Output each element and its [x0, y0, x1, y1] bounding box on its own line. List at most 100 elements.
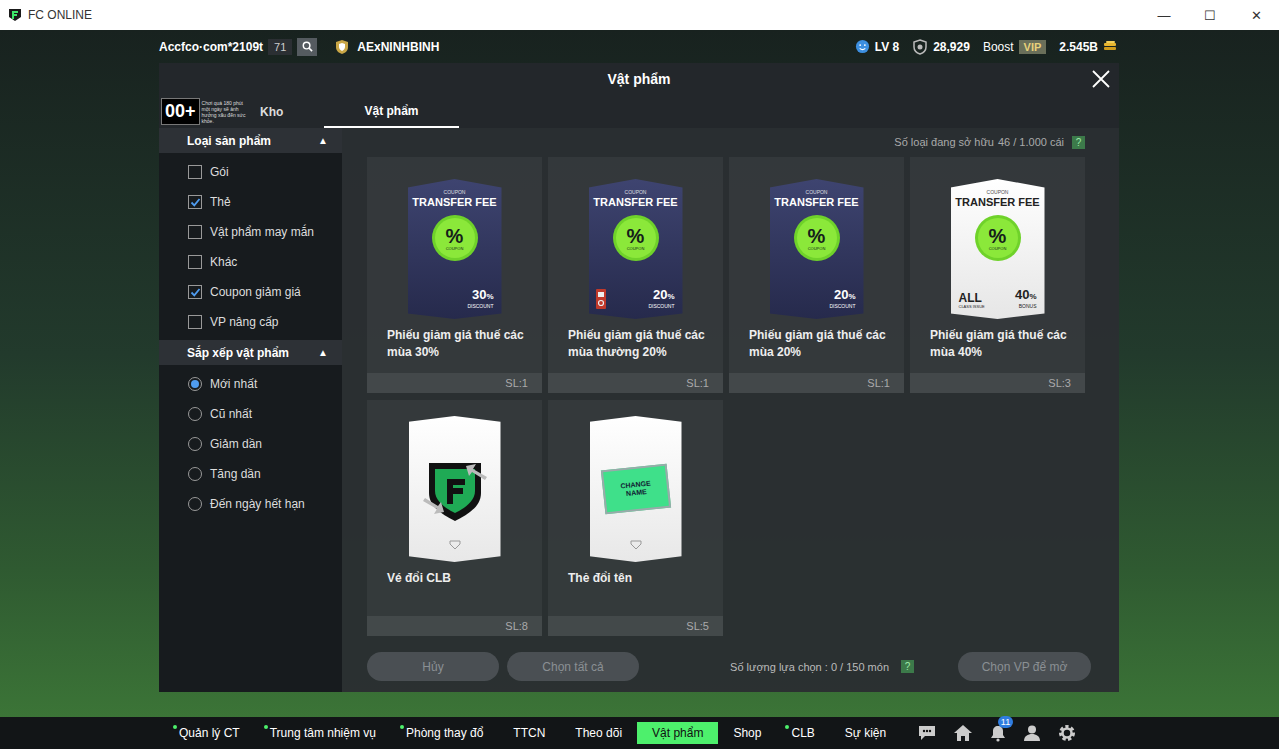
percent-badge: %COUPON [978, 218, 1018, 258]
item-card[interactable]: COUPONTRANSFER FEE%COUPON30%DISCOUNTPhiế… [367, 157, 542, 393]
nav-item[interactable]: Sự kiện [830, 722, 901, 744]
open-button[interactable]: Chọn VP để mở [958, 652, 1091, 681]
tab-bar: 00+Chơi quá 180 phút một ngày sẽ ảnh hưở… [159, 95, 1119, 128]
check-icon [190, 197, 201, 208]
level: LV 8 [875, 40, 899, 54]
item-card[interactable]: COUPONTRANSFER FEE%COUPON20%DISCOUNT Phiế… [729, 157, 904, 393]
item-quantity: SL:1 [729, 373, 904, 393]
window-control[interactable]: ✕ [1233, 8, 1279, 23]
gear-icon [1057, 723, 1077, 743]
item-quantity: SL:3 [910, 373, 1085, 393]
nav-item[interactable]: Trung tâm nhiệm vụ [255, 722, 391, 744]
cancel-button[interactable]: Hủy [367, 652, 499, 681]
percent-badge: %COUPON [435, 218, 475, 258]
percent-badge: %COUPON [616, 218, 656, 258]
percent-badge: %COUPON [797, 218, 837, 258]
modal-header: Vật phẩm [159, 63, 1119, 95]
item-card[interactable]: CHANGE NAME Thẻ đổi tênSL:5 [548, 400, 723, 636]
rank-points: 28,929 [933, 40, 970, 54]
coupon-art: COUPONTRANSFER FEE%COUPONALLCLASS ISSUE4… [951, 179, 1045, 319]
coupon-art: COUPONTRANSFER FEE%COUPON20%DISCOUNT [770, 179, 864, 319]
chat-icon [917, 724, 937, 742]
filter-checkbox[interactable]: Khác [159, 247, 342, 277]
chat-button[interactable] [917, 724, 937, 742]
nav-item[interactable]: TTCN [498, 722, 560, 744]
coin-icon [1103, 41, 1117, 53]
sort-radio[interactable]: Mới nhất [159, 369, 342, 399]
inventory-panel: Số loại đang sở hữu46 / 1.000 cái?COUPON… [342, 128, 1119, 692]
window-control[interactable]: ☐ [1187, 8, 1233, 23]
check-icon [190, 287, 201, 298]
tab[interactable]: Vật phẩm [324, 95, 459, 128]
item-quantity: SL:5 [548, 616, 723, 636]
item-grid: COUPONTRANSFER FEE%COUPON30%DISCOUNT Phiế… [367, 157, 1091, 636]
item-card[interactable]: COUPONTRANSFER FEE%COUPON20%DISCOUNTPhiế… [548, 157, 723, 393]
bottom-nav: Quản lý CTTrung tâm nhiệm vụPhòng thay đ… [0, 717, 1279, 749]
item-name: Phiếu giảm giá thuế các mùa 40% [910, 327, 1085, 373]
sort-radio[interactable]: Giảm dần [159, 429, 342, 459]
item-quantity: SL:1 [548, 373, 723, 393]
nav-item[interactable]: Quản lý CT [164, 722, 255, 744]
item-name: Phiếu giảm giá thuế các mùa thường 20% [548, 327, 723, 373]
modal-title: Vật phẩm [607, 71, 670, 87]
brand-mark-icon [449, 540, 461, 550]
notification-badge: 11 [998, 716, 1013, 728]
vip-badge: VIP [1019, 40, 1047, 54]
coin-balance: 2.545B [1059, 40, 1098, 54]
section-header[interactable]: Sắp xếp vật phẩm▲ [159, 340, 342, 365]
untradable-icon [596, 289, 606, 309]
nav-item[interactable]: CLB [776, 722, 829, 744]
filter-checkbox[interactable]: Thẻ [159, 187, 342, 217]
help-button[interactable]: ? [901, 660, 914, 673]
account-name: Accfco·com*2109t [159, 40, 263, 54]
health-notice: Chơi quá 180 phút một ngày sẽ ảnh hưởng … [202, 100, 250, 124]
home-button[interactable] [953, 724, 973, 742]
item-card[interactable]: Vé đổi CLBSL:8 [367, 400, 542, 636]
nav-item[interactable]: Shop [718, 722, 776, 744]
close-button[interactable] [1091, 69, 1111, 89]
notification-button[interactable]: 11 [989, 724, 1007, 742]
filter-checkbox[interactable]: VP nâng cấp [159, 307, 342, 337]
item-card[interactable]: COUPONTRANSFER FEE%COUPONALLCLASS ISSUE4… [910, 157, 1085, 393]
change-name-ticket: CHANGE NAME [600, 464, 670, 515]
sort-radio[interactable]: Đến ngày hết hạn [159, 489, 342, 519]
nav-item[interactable]: Vật phẩm [637, 722, 718, 744]
nav-item[interactable]: Theo dõi [560, 722, 637, 744]
item-quantity: SL:8 [367, 616, 542, 636]
filter-checkbox[interactable]: Coupon giảm giá [159, 277, 342, 307]
select-all-button[interactable]: Chọn tất cả [507, 652, 639, 681]
search-icon [302, 41, 313, 52]
window-title: FC ONLINE [28, 8, 92, 22]
item-quantity: SL:1 [367, 373, 542, 393]
item-name: Thẻ đổi tên [548, 570, 723, 616]
age-rating: 00+ [161, 98, 200, 125]
team-crest-icon [334, 39, 350, 55]
window-control[interactable]: — [1141, 8, 1187, 23]
settings-button[interactable] [1057, 723, 1077, 743]
club-ticket-art [409, 416, 501, 562]
nav-item[interactable]: Phòng thay đổ [391, 722, 498, 744]
coupon-art: COUPONTRANSFER FEE%COUPON30%DISCOUNT [408, 179, 502, 319]
section-header[interactable]: Loại sản phẩm▲ [159, 128, 342, 153]
sort-radio[interactable]: Cũ nhất [159, 399, 342, 429]
profile-button[interactable] [1023, 724, 1041, 742]
game-area: Accfco·com*2109t71AExNINHBINHLV 828,929B… [0, 30, 1279, 749]
club-swap-icon [415, 449, 495, 529]
items-modal: Vật phẩm 00+Chơi quá 180 phút một ngày sẽ… [159, 63, 1119, 692]
help-button[interactable]: ? [1072, 136, 1085, 149]
title-bar: FC ONLINE —☐✕ [0, 0, 1279, 30]
age-rating-badge: 00+Chơi quá 180 phút một ngày sẽ ảnh hưở… [159, 95, 250, 128]
fc-logo-icon [8, 8, 22, 22]
item-name: Phiếu giảm giá thuế các mùa 20% [729, 327, 904, 373]
tab[interactable]: Kho [250, 95, 324, 128]
search-button[interactable] [297, 38, 317, 56]
home-icon [953, 724, 973, 742]
team-name: AExNINHBINH [357, 40, 439, 54]
filter-checkbox[interactable]: Vật phẩm may mắn [159, 217, 342, 247]
rename-card-art: CHANGE NAME [590, 416, 682, 562]
panel-footer: HủyChọn tất cảSố lượng lựa chọn : 0 / 15… [367, 652, 1091, 681]
brand-mark-icon [630, 540, 642, 550]
sort-radio[interactable]: Tăng dần [159, 459, 342, 489]
sidebar: Loại sản phẩm▲ GóiThẻVật phẩm may mắnKhác… [159, 128, 342, 692]
filter-checkbox[interactable]: Gói [159, 157, 342, 187]
